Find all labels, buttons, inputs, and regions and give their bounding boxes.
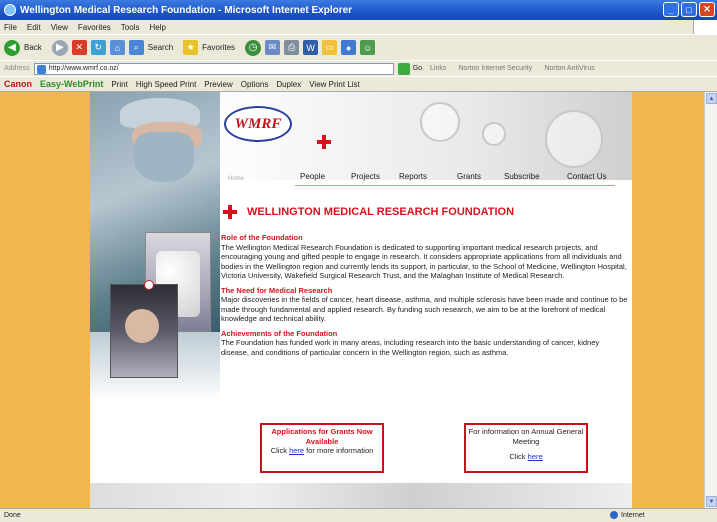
- maximize-button[interactable]: □: [681, 2, 697, 17]
- section-body: The Wellington Medical Research Foundati…: [221, 242, 627, 281]
- section-heading: Role of the Foundation: [221, 233, 303, 242]
- forward-arrow-icon[interactable]: ▶: [51, 39, 68, 56]
- section-body: Major discoveries in the fields of cance…: [221, 295, 628, 323]
- grants-box: Applications for Grants Now Available Cl…: [260, 423, 384, 473]
- nav-people[interactable]: People: [300, 172, 325, 181]
- nav-subscribe[interactable]: Subscribe: [504, 172, 540, 181]
- canon-options-button[interactable]: Options: [241, 80, 269, 89]
- menu-tools[interactable]: Tools: [121, 23, 140, 32]
- nav-projects[interactable]: Projects: [351, 172, 380, 181]
- footer-band: [90, 483, 632, 508]
- menu-file[interactable]: File: [4, 23, 17, 32]
- canon-logo: Canon: [4, 79, 32, 89]
- vertical-scrollbar[interactable]: ▲ ▼: [704, 92, 717, 508]
- microscope-photo: [110, 284, 178, 378]
- status-bar: Done Internet: [0, 508, 717, 522]
- nav-reports[interactable]: Reports: [399, 172, 427, 181]
- agm-box: For information on Annual General Meetin…: [464, 423, 588, 473]
- security-zone: Internet: [610, 511, 645, 519]
- back-arrow-icon[interactable]: ◀: [4, 39, 20, 56]
- menu-edit[interactable]: Edit: [27, 23, 41, 32]
- page-title: WELLINGTON MEDICAL RESEARCH FOUNDATION: [247, 206, 515, 218]
- red-cross-icon: [317, 135, 331, 149]
- grants-suffix: for more information: [306, 446, 374, 455]
- canon-view-print-list-button[interactable]: View Print List: [309, 80, 360, 89]
- standard-toolbar: ◀ Back ▶ ✕ ↻ ⌂ ⌕ Search ★ Favorites ◷ ✉ …: [0, 34, 717, 60]
- title-bar: Wellington Medical Research Foundation -…: [0, 0, 717, 20]
- menu-favorites[interactable]: Favorites: [78, 23, 111, 32]
- grants-click-label: Click: [270, 446, 287, 455]
- mail-icon[interactable]: ✉: [265, 40, 281, 55]
- scroll-up-arrow-icon[interactable]: ▲: [706, 93, 717, 104]
- ie-icon: [4, 4, 16, 16]
- status-text: Done: [4, 512, 21, 519]
- agm-click-row: Click here: [466, 452, 586, 462]
- section-body: The Foundation has funded work in many a…: [221, 338, 600, 357]
- canon-duplex-button[interactable]: Duplex: [276, 80, 301, 89]
- people-icon[interactable]: ☺: [360, 40, 376, 55]
- zone-label: Internet: [621, 511, 645, 519]
- internet-globe-icon: [610, 511, 618, 519]
- canon-preview-button[interactable]: Preview: [204, 80, 232, 89]
- favorites-star-icon[interactable]: ★: [183, 40, 199, 55]
- grants-title: Applications for Grants Now Available: [271, 427, 373, 446]
- red-cross-icon: [223, 205, 237, 219]
- history-icon[interactable]: ◷: [245, 39, 262, 56]
- decorative-bubble: [420, 102, 460, 142]
- nav-underline: [295, 185, 615, 186]
- favorites-label[interactable]: Favorites: [202, 43, 235, 52]
- web-page: WMRF Home People Projects Reports Grants…: [90, 92, 632, 508]
- canon-high-speed-print-button[interactable]: High Speed Print: [136, 80, 196, 89]
- grants-here-link[interactable]: here: [289, 446, 304, 455]
- small-cross-icon: [144, 280, 154, 290]
- address-right-links: Links Norton Internet Security Norton An…: [430, 65, 595, 72]
- folder-icon[interactable]: ▭: [322, 40, 338, 55]
- minimize-button[interactable]: _: [663, 2, 679, 17]
- decorative-bubble: [482, 122, 506, 146]
- address-label: Address: [4, 65, 30, 72]
- back-label[interactable]: Back: [24, 43, 42, 52]
- norton-security-button[interactable]: Norton Internet Security: [458, 65, 532, 72]
- refresh-icon[interactable]: ↻: [90, 40, 106, 55]
- print-icon[interactable]: ⎙: [284, 40, 300, 55]
- menu-bar: File Edit View Favorites Tools Help: [0, 20, 717, 34]
- main-title-row: WELLINGTON MEDICAL RESEARCH FOUNDATION: [223, 205, 514, 219]
- search-icon[interactable]: ⌕: [128, 40, 144, 55]
- wmrf-logo[interactable]: WMRF: [224, 106, 292, 142]
- easy-webprint-menu[interactable]: Easy-WebPrint: [40, 79, 103, 89]
- agm-here-link[interactable]: here: [528, 452, 543, 461]
- close-button[interactable]: ✕: [699, 2, 715, 17]
- stop-icon[interactable]: ✕: [71, 40, 87, 55]
- nav-grants[interactable]: Grants: [457, 172, 481, 181]
- go-button[interactable]: Go: [413, 65, 422, 72]
- scroll-down-arrow-icon[interactable]: ▼: [706, 496, 717, 507]
- go-arrow-icon[interactable]: [397, 62, 410, 75]
- agm-click-label: Click: [509, 452, 526, 461]
- researcher-face: [125, 309, 159, 343]
- section-heading: The Need for Medical Research: [221, 285, 333, 295]
- section-heading: Achievements of the Foundation: [221, 328, 338, 338]
- menu-view[interactable]: View: [51, 23, 68, 32]
- edit-word-icon[interactable]: W: [303, 40, 319, 55]
- window-title: Wellington Medical Research Foundation -…: [20, 4, 353, 16]
- window-controls: _ □ ✕: [663, 2, 715, 17]
- windows-logo-icon: [693, 20, 717, 34]
- messenger-icon[interactable]: ●: [341, 40, 357, 55]
- home-icon[interactable]: ⌂: [109, 40, 125, 55]
- links-label[interactable]: Links: [430, 65, 446, 72]
- agm-text: For information on Annual General Meetin…: [468, 427, 584, 446]
- canon-toolbar: Canon Easy-WebPrint Print High Speed Pri…: [0, 76, 717, 92]
- decorative-bubble: [545, 110, 603, 168]
- norton-antivirus-button[interactable]: Norton AntiVirus: [544, 65, 594, 72]
- main-content: Role of the Foundation The Wellington Me…: [221, 233, 628, 362]
- search-label[interactable]: Search: [148, 43, 173, 52]
- menu-help[interactable]: Help: [149, 23, 165, 32]
- url-input[interactable]: http://www.wmrf.co.nz/: [33, 62, 394, 75]
- nav-contact-us[interactable]: Contact Us: [567, 172, 607, 181]
- canon-print-button[interactable]: Print: [111, 80, 127, 89]
- address-bar: Address http://www.wmrf.co.nz/ Go Links …: [0, 60, 717, 76]
